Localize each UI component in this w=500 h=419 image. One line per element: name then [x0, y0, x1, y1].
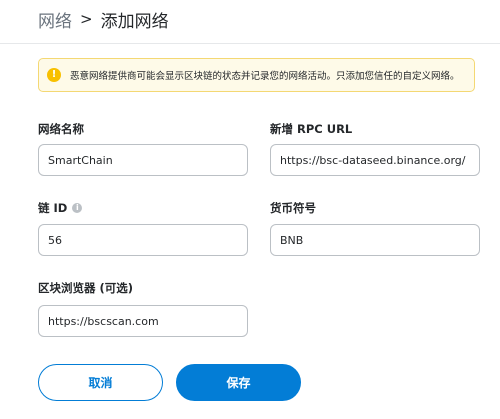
- network-name-label: 网络名称: [38, 122, 84, 136]
- warning-text: 恶意网络提供商可能会显示区块链的状态并记录您的网络活动。只添加您信任的自定义网络…: [70, 71, 460, 82]
- chain-id-label-row: 链 ID i: [38, 200, 248, 216]
- exclamation-icon: !: [47, 68, 61, 82]
- warning-banner: ! 恶意网络提供商可能会显示区块链的状态并记录您的网络活动。只添加您信任的自定义…: [38, 58, 475, 92]
- breadcrumb: 网络 > 添加网络: [38, 6, 169, 32]
- breadcrumb-networks-link[interactable]: 网络: [38, 7, 72, 32]
- info-icon[interactable]: i: [72, 203, 83, 213]
- page-title: 添加网络: [100, 11, 169, 32]
- block-explorer-label: 区块浏览器 (可选): [38, 281, 134, 295]
- currency-symbol-label: 货币符号: [270, 201, 316, 215]
- block-explorer-field: 区块浏览器 (可选): [38, 280, 248, 340]
- network-name-field: 网络名称: [38, 121, 248, 181]
- rpc-url-field: 新增 RPC URL: [270, 121, 480, 181]
- currency-symbol-field: 货币符号: [270, 200, 480, 260]
- header-divider: [0, 43, 500, 44]
- network-name-input[interactable]: [38, 144, 248, 176]
- cancel-button[interactable]: 取消: [38, 364, 163, 401]
- save-button[interactable]: 保存: [176, 364, 301, 401]
- rpc-url-input[interactable]: [270, 144, 480, 176]
- block-explorer-input[interactable]: [38, 305, 248, 337]
- currency-symbol-input[interactable]: [270, 224, 480, 256]
- chevron-right-icon: >: [80, 10, 93, 28]
- chain-id-input[interactable]: [38, 224, 248, 256]
- chain-id-field: 链 ID i: [38, 200, 248, 260]
- chain-id-label: 链 ID: [38, 201, 68, 215]
- rpc-url-label: 新增 RPC URL: [270, 122, 353, 136]
